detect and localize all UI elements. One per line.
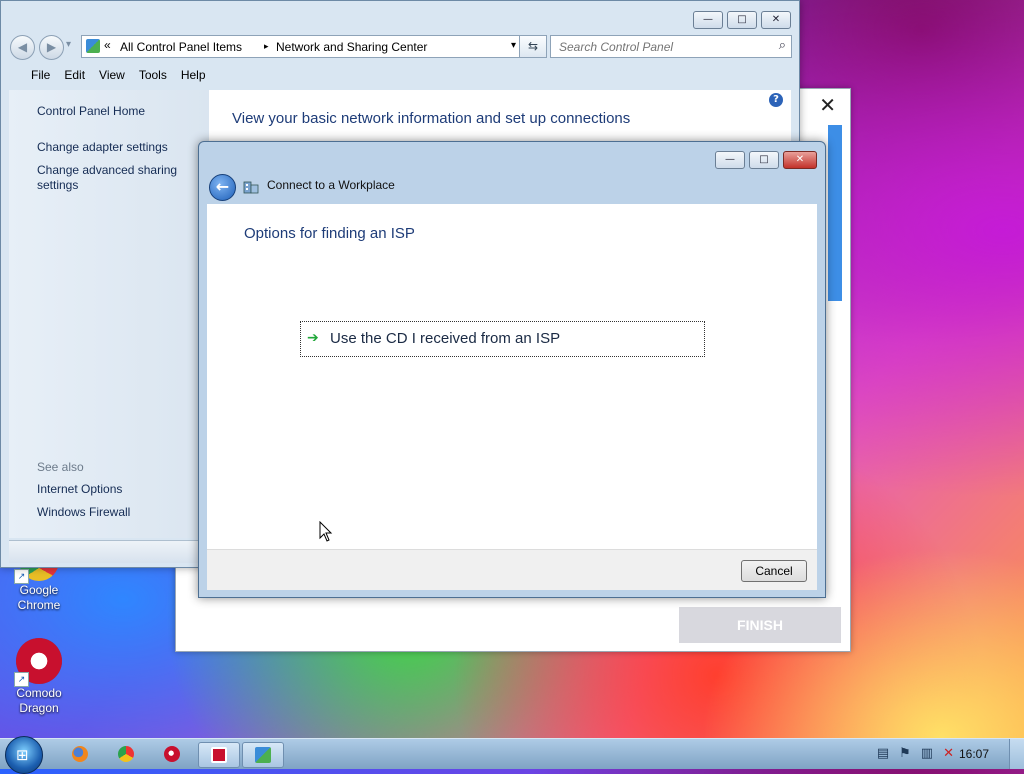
desktop-icon-label: Dragon — [19, 701, 59, 715]
taskbar-item-firefox[interactable] — [60, 742, 100, 766]
control-panel-icon — [86, 39, 100, 53]
window-controls: — □ ✕ — [715, 151, 817, 169]
wizard-footer: FINISH — [176, 591, 850, 651]
menu-file[interactable]: File — [25, 66, 56, 86]
workplace-icon — [243, 181, 259, 194]
taskbar: ⊞ ▤ ⚑ ▥ ✕ 16:07 — [0, 736, 1024, 774]
menu-tools[interactable]: Tools — [133, 66, 173, 86]
forward-button[interactable]: ▶ — [39, 35, 64, 60]
forward-arrow-icon: ▶ — [46, 40, 57, 54]
back-button[interactable]: ◀ — [10, 35, 35, 60]
mouse-cursor-icon — [319, 521, 333, 542]
maximize-button[interactable]: □ — [727, 11, 757, 29]
dialog-title: Connect to a Workplace — [267, 178, 395, 192]
dialog-body: Options for finding an ISP ➔ Use the CD … — [207, 204, 817, 549]
navigation-bar: ◀ ▶ ▾ « All Control Panel Items ▸ Networ… — [9, 34, 792, 60]
show-desktop-button[interactable] — [1009, 739, 1024, 769]
help-icon[interactable]: ? — [769, 93, 783, 107]
menu-view[interactable]: View — [93, 66, 131, 86]
taskbar-item-comodo[interactable] — [198, 742, 240, 768]
volume-muted-icon[interactable]: ✕ — [943, 746, 954, 761]
sidebar-link-change-adapter-settings[interactable]: Change adapter settings — [37, 140, 168, 155]
option-label: Use the CD I received from an ISP — [330, 330, 561, 347]
action-center-icon[interactable]: ▤ — [877, 746, 889, 761]
sidebar-link-control-panel-home[interactable]: Control Panel Home — [37, 104, 145, 119]
sidebar-link-label: settings — [37, 178, 79, 192]
sidebar-link-windows-firewall[interactable]: Windows Firewall — [37, 505, 130, 520]
firefox-icon — [72, 746, 88, 762]
control-panel-icon — [255, 747, 271, 763]
connect-to-workplace-dialog: — □ ✕ ← Connect to a Workplace Options f… — [198, 141, 826, 598]
address-dropdown-icon[interactable]: ▾ — [511, 40, 516, 51]
sidebar-link-change-advanced-sharing[interactable]: Change advanced sharing settings — [37, 163, 177, 193]
desktop-icon-label: Google — [19, 583, 59, 597]
refresh-icon: ⇆ — [527, 39, 539, 53]
menu-help[interactable]: Help — [175, 66, 212, 86]
media-player-icon — [164, 746, 180, 762]
menu-bar: File Edit View Tools Help — [9, 66, 791, 86]
shortcut-arrow-icon: ↗ — [14, 672, 29, 687]
finish-button[interactable]: FINISH — [679, 607, 841, 643]
see-also-heading: See also — [37, 460, 84, 474]
taskbar-item-media-player[interactable] — [152, 742, 192, 766]
dialog-footer: Cancel — [207, 549, 817, 590]
breadcrumb-overflow-icon[interactable]: « — [104, 38, 111, 52]
shortcut-arrow-icon: ↗ — [14, 569, 29, 584]
page-title: View your basic network information and … — [232, 110, 631, 127]
menu-edit[interactable]: Edit — [58, 66, 91, 86]
flag-icon[interactable]: ⚑ — [899, 746, 911, 761]
desktop-icon-label: Comodo — [16, 686, 62, 700]
breadcrumb-network-sharing-center[interactable]: Network and Sharing Center — [276, 40, 427, 54]
start-button[interactable]: ⊞ — [5, 736, 43, 774]
close-button[interactable]: ✕ — [783, 151, 817, 169]
scrollbar[interactable] — [828, 125, 842, 301]
search-box[interactable]: ⌕ — [550, 35, 792, 58]
taskbar-item-chrome[interactable] — [106, 742, 146, 766]
clock[interactable]: 16:07 — [959, 747, 989, 761]
dialog-heading: Options for finding an ISP — [244, 225, 415, 242]
recent-pages-icon[interactable]: ▾ — [66, 39, 71, 50]
maximize-button[interactable]: □ — [749, 151, 779, 169]
back-arrow-icon: ◀ — [17, 40, 28, 54]
chrome-icon — [118, 746, 134, 762]
minimize-button[interactable]: — — [715, 151, 745, 169]
refresh-button[interactable]: ⇆ — [519, 35, 547, 58]
network-icon[interactable]: ▥ — [921, 746, 933, 761]
option-use-isp-cd[interactable]: ➔ Use the CD I received from an ISP — [300, 321, 705, 357]
sidebar: Control Panel Home Change adapter settin… — [9, 90, 209, 538]
cancel-button[interactable]: Cancel — [741, 560, 807, 582]
taskbar-item-control-panel[interactable] — [242, 742, 284, 768]
breadcrumb-separator-icon[interactable]: ▸ — [264, 41, 269, 52]
sidebar-link-internet-options[interactable]: Internet Options — [37, 482, 122, 497]
sidebar-link-label: Change advanced sharing — [37, 163, 178, 177]
back-button[interactable]: ← — [209, 174, 236, 201]
back-arrow-icon: ← — [215, 177, 230, 196]
address-bar[interactable]: « All Control Panel Items ▸ Network and … — [81, 35, 523, 58]
system-tray: ▤ ⚑ ▥ ✕ — [877, 746, 954, 761]
desktop-icon-label: Chrome — [17, 598, 61, 612]
close-button[interactable]: ✕ — [761, 11, 791, 29]
windows-logo-icon: ⊞ — [16, 746, 29, 764]
window-controls: — □ ✕ — [693, 11, 791, 29]
comodo-icon — [211, 747, 227, 763]
search-icon[interactable]: ⌕ — [779, 38, 786, 53]
search-input[interactable] — [557, 36, 766, 57]
minimize-button[interactable]: — — [693, 11, 723, 29]
desktop-icon-comodo-dragon[interactable]: ↗ Comodo Dragon — [2, 638, 76, 716]
close-icon[interactable]: ✕ — [819, 93, 836, 117]
breadcrumb-all-control-panel-items[interactable]: All Control Panel Items — [120, 40, 242, 54]
dialog-header: ← Connect to a Workplace — [207, 172, 817, 202]
green-arrow-icon: ➔ — [307, 330, 319, 346]
